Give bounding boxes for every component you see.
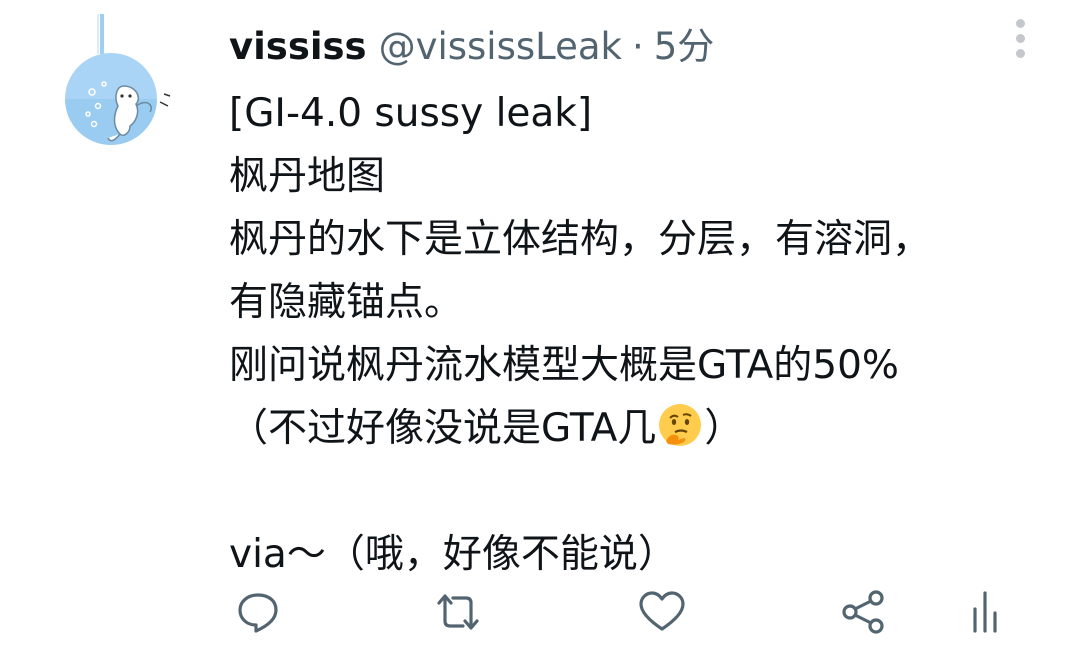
action-bar xyxy=(0,585,1080,639)
tweet-line-suffix: ） xyxy=(704,406,744,451)
tweet-card[interactable]: vississ @vississLeak · 5分 [GI-4.0 sussy … xyxy=(0,0,1080,672)
tweet-line: 枫丹地图 xyxy=(229,154,386,199)
more-options-icon[interactable] xyxy=(1004,16,1036,60)
tweet-line: 有隐藏锚点。 xyxy=(229,280,464,325)
header-separator: · xyxy=(631,25,644,68)
reply-icon xyxy=(238,593,278,633)
tweet-line: 枫丹的水下是立体结构，分层，有溶洞， xyxy=(229,217,932,262)
share-icon xyxy=(842,590,884,634)
tweet-line-with-emoji: （不过好像没说是GTA几 ） xyxy=(229,397,1049,460)
display-name[interactable]: vississ xyxy=(229,22,367,72)
analytics-icon xyxy=(973,591,997,633)
tweet-text: [GI-4.0 sussy leak] 枫丹地图 枫丹的水下是立体结构，分层，有… xyxy=(229,82,1049,586)
share-button[interactable] xyxy=(837,585,891,639)
analytics-button[interactable] xyxy=(958,585,1012,639)
retweet-icon xyxy=(437,594,479,630)
avatar[interactable] xyxy=(64,14,178,154)
user-handle[interactable]: @vississLeak xyxy=(379,22,622,72)
reply-button[interactable] xyxy=(231,585,285,639)
timestamp[interactable]: 5分 xyxy=(654,22,715,72)
tweet-line: 刚问说枫丹流水模型大概是GTA的50% xyxy=(229,343,899,388)
retweet-button[interactable] xyxy=(431,585,485,639)
tweet-line-text: （不过好像没说是GTA几 xyxy=(229,406,657,451)
tweet-line: [GI-4.0 sussy leak] xyxy=(229,91,593,136)
like-icon xyxy=(639,591,685,631)
tweet-line: via～（哦，好像不能说） xyxy=(229,532,677,577)
avatar-image xyxy=(65,14,171,145)
tweet-header: vississ @vississLeak · 5分 xyxy=(229,22,714,72)
like-button[interactable] xyxy=(635,585,689,639)
thinking-face-icon xyxy=(659,404,702,446)
tweet-line xyxy=(229,460,1049,523)
